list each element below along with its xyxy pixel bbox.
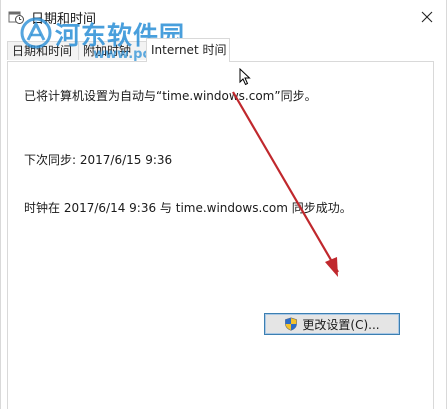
internet-time-panel [7,61,434,409]
change-settings-button[interactable]: 更改设置(C)... [264,313,400,335]
date-time-dialog: 日期和时间 日期和时间 附加时钟 Internet 时间 已将计算机设置为自动与… [0,0,447,409]
window-title: 日期和时间 [31,12,97,27]
clock-calendar-icon [8,11,24,24]
mouse-cursor-icon [239,68,251,86]
tab-internet-time[interactable]: Internet 时间 [146,38,230,62]
change-settings-label: 更改设置(C)... [302,317,380,332]
close-button[interactable] [414,4,440,30]
close-icon [421,11,433,23]
next-sync-text: 下次同步: 2017/6/15 9:36 [24,153,173,167]
tab-additional-clocks[interactable]: 附加时钟 [78,41,147,60]
tab-date-and-time[interactable]: 日期和时间 [7,41,79,60]
sync-config-text: 已将计算机设置为自动与“time.windows.com”同步。 [24,89,317,103]
title-bar: 日期和时间 [1,0,446,34]
uac-shield-icon [285,317,298,331]
tab-bar: 日期和时间 附加时钟 Internet 时间 [7,38,432,62]
last-sync-text: 时钟在 2017/6/14 9:36 与 time.windows.com 同步… [24,201,352,215]
